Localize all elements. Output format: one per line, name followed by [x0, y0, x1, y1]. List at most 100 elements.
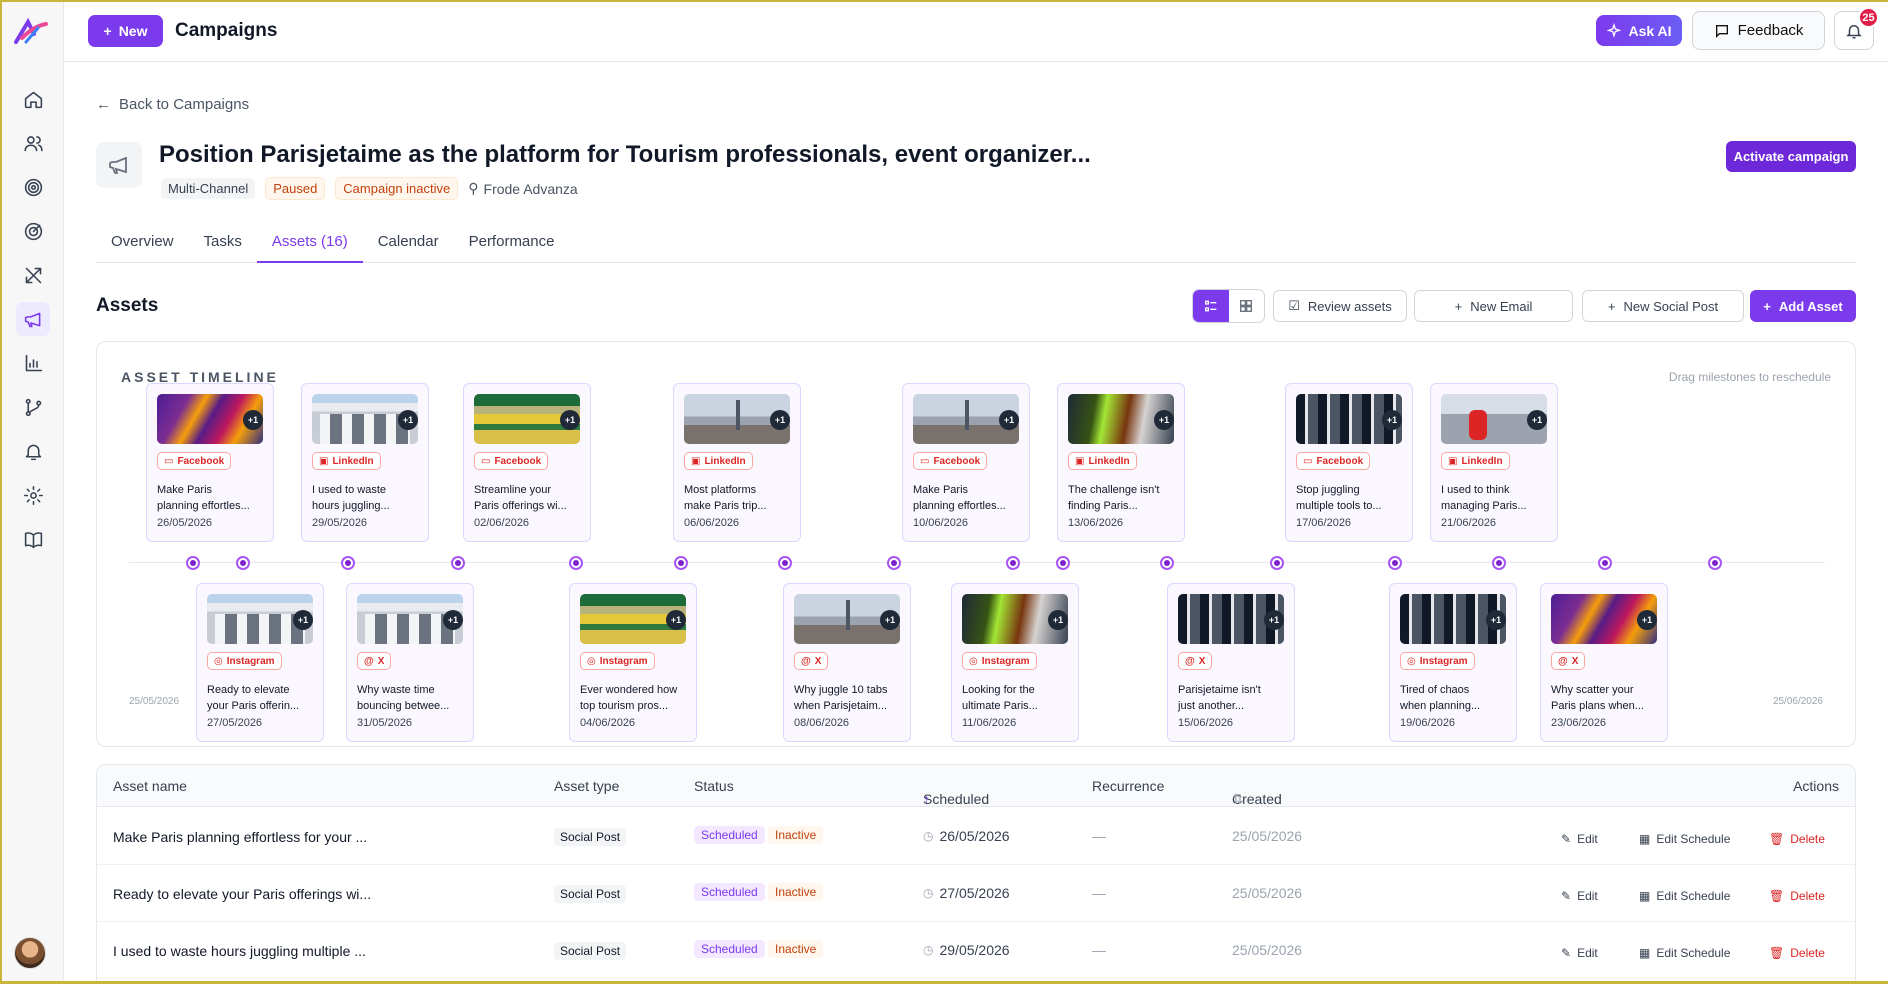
- ask-ai-button[interactable]: Ask AI: [1596, 15, 1682, 46]
- book-icon[interactable]: [16, 522, 50, 556]
- tab-overview[interactable]: Overview: [96, 230, 189, 263]
- new-button[interactable]: + New: [88, 15, 163, 47]
- feedback-button[interactable]: Feedback: [1692, 11, 1825, 50]
- timeline-card[interactable]: +1 ▣ LinkedIn Most platforms make Paris tri…: [673, 383, 801, 542]
- timeline-card[interactable]: +1 ▭ Facebook Make Paris planning effortles…: [902, 383, 1030, 542]
- timeline-card[interactable]: +1 ▣ LinkedIn I used to waste hours jugglin…: [301, 383, 429, 542]
- tab-calendar[interactable]: Calendar: [363, 230, 454, 263]
- delete-button[interactable]: 🗑 Delete: [1769, 889, 1825, 903]
- timeline-card[interactable]: +1 ▣ LinkedIn I used to think managing Pari…: [1430, 383, 1558, 542]
- platform-icon: ◎: [1407, 655, 1416, 667]
- table-row[interactable]: Make Paris planning effortless for your …: [97, 808, 1855, 865]
- platform-label: LinkedIn: [1088, 455, 1130, 467]
- checkbox-icon: ☑: [1288, 298, 1300, 313]
- timeline-card[interactable]: +1 @ X Why juggle 10 tabs when Parisjetaim.…: [783, 583, 911, 742]
- new-social-post-button[interactable]: + New Social Post: [1582, 290, 1744, 322]
- tab-assets[interactable]: Assets (16): [256, 230, 363, 263]
- target-icon[interactable]: [16, 170, 50, 204]
- table-row[interactable]: I used to waste hours juggling multiple …: [97, 922, 1855, 979]
- branch-icon[interactable]: [16, 390, 50, 424]
- edit-schedule-button[interactable]: ▦ Edit Schedule: [1639, 889, 1730, 903]
- app-logo[interactable]: [12, 18, 50, 46]
- tools-icon[interactable]: [16, 258, 50, 292]
- edit-schedule-button[interactable]: ▦ Edit Schedule: [1639, 946, 1730, 960]
- platform-icon: ▣: [1075, 455, 1085, 467]
- platform-label: Facebook: [933, 455, 981, 467]
- platform-tag: ◎ Instagram: [1400, 652, 1475, 670]
- user-avatar[interactable]: [14, 937, 46, 969]
- timeline-milestone[interactable]: [186, 556, 200, 570]
- timeline-card[interactable]: +1 ◎ Instagram Ready to elevate your Paris …: [196, 583, 324, 742]
- asset-date: 19/06/2026: [1400, 717, 1456, 729]
- delete-button[interactable]: 🗑 Delete: [1769, 946, 1825, 960]
- table-row[interactable]: Ready to elevate your Paris offerings wi…: [97, 865, 1855, 922]
- state-badge: Inactive: [768, 883, 824, 901]
- chart-icon[interactable]: [16, 346, 50, 380]
- timeline-milestone[interactable]: [1708, 556, 1722, 570]
- timeline-milestone[interactable]: [569, 556, 583, 570]
- timeline-milestone[interactable]: [887, 556, 901, 570]
- notifications-button[interactable]: 25: [1834, 7, 1879, 50]
- timeline-card[interactable]: +1 ▭ Facebook Stop juggling multiple tools …: [1285, 383, 1413, 542]
- timeline-card[interactable]: +1 ◎ Instagram Tired of chaos when planning…: [1389, 583, 1517, 742]
- timeline-card[interactable]: +1 @ X Why waste time bouncing betwee... 31/…: [346, 583, 474, 742]
- settings-icon[interactable]: [16, 478, 50, 512]
- list-view-icon[interactable]: [1193, 290, 1229, 322]
- bell-icon[interactable]: [16, 434, 50, 468]
- new-email-button[interactable]: + New Email: [1414, 290, 1573, 322]
- recurrence: —: [1092, 828, 1106, 844]
- timeline-card[interactable]: +1 ◎ Instagram Looking for the ultimate Par…: [951, 583, 1079, 742]
- timeline-milestone[interactable]: [1056, 556, 1070, 570]
- col-asset-type[interactable]: Asset type: [554, 778, 619, 794]
- asset-date: 13/06/2026: [1068, 517, 1124, 529]
- timeline-milestone[interactable]: [1492, 556, 1506, 570]
- timeline-milestone[interactable]: [236, 556, 250, 570]
- arrow-left-icon: ←: [96, 96, 111, 113]
- col-recurrence[interactable]: Recurrence: [1092, 778, 1164, 794]
- users-icon[interactable]: [16, 126, 50, 160]
- platform-icon: ◎: [587, 655, 596, 667]
- timeline-milestone[interactable]: [1388, 556, 1402, 570]
- edit-button[interactable]: ✎ Edit: [1561, 832, 1598, 846]
- owner: ⚲ Frode Advanza: [468, 180, 577, 197]
- timeline-milestone[interactable]: [674, 556, 688, 570]
- activate-campaign-button[interactable]: Activate campaign: [1726, 141, 1856, 172]
- edit-button[interactable]: ✎ Edit: [1561, 946, 1598, 960]
- megaphone-icon[interactable]: [16, 302, 50, 336]
- platform-tag: ▣ LinkedIn: [312, 452, 381, 470]
- edit-button[interactable]: ✎ Edit: [1561, 889, 1598, 903]
- back-label: Back to Campaigns: [119, 96, 250, 113]
- radar-icon[interactable]: [16, 214, 50, 248]
- timeline-milestone[interactable]: [1160, 556, 1174, 570]
- timeline-milestone[interactable]: [341, 556, 355, 570]
- edit-schedule-button[interactable]: ▦ Edit Schedule: [1639, 832, 1730, 846]
- timeline-card[interactable]: +1 @ X Parisjetaime isn't just another... 15…: [1167, 583, 1295, 742]
- col-status[interactable]: Status: [694, 778, 734, 794]
- asset-name[interactable]: Ready to elevate your Paris offerings wi…: [113, 886, 371, 902]
- home-icon[interactable]: [16, 82, 50, 116]
- timeline-milestone[interactable]: [1006, 556, 1020, 570]
- edit-label: Edit: [1577, 832, 1598, 846]
- tab-tasks[interactable]: Tasks: [189, 230, 257, 263]
- timeline-card[interactable]: +1 ▣ LinkedIn The challenge isn't finding P…: [1057, 383, 1185, 542]
- grid-view-icon[interactable]: [1229, 290, 1265, 322]
- platform-icon: ▭: [920, 455, 930, 467]
- col-asset-name[interactable]: Asset name: [113, 778, 187, 794]
- delete-button[interactable]: 🗑 Delete: [1769, 832, 1825, 846]
- add-asset-button[interactable]: + Add Asset: [1750, 290, 1856, 322]
- asset-name[interactable]: I used to waste hours juggling multiple …: [113, 943, 366, 959]
- platform-tag: ▣ LinkedIn: [1441, 452, 1510, 470]
- timeline-card[interactable]: +1 @ X Why scatter your Paris plans when...…: [1540, 583, 1668, 742]
- timeline-milestone[interactable]: [1598, 556, 1612, 570]
- timeline-card[interactable]: +1 ▭ Facebook Make Paris planning effortles…: [146, 383, 274, 542]
- timeline-card[interactable]: +1 ▭ Facebook Streamline your Paris offerin…: [463, 383, 591, 542]
- timeline-card[interactable]: +1 ◎ Instagram Ever wondered how top touris…: [569, 583, 697, 742]
- timeline-milestone[interactable]: [778, 556, 792, 570]
- asset-name[interactable]: Make Paris planning effortless for your …: [113, 829, 367, 845]
- back-link[interactable]: ← Back to Campaigns: [96, 96, 249, 113]
- review-assets-button[interactable]: ☑ Review assets: [1273, 290, 1407, 322]
- timeline-milestone[interactable]: [451, 556, 465, 570]
- tab-performance[interactable]: Performance: [454, 230, 570, 263]
- plus-icon: +: [1763, 298, 1771, 314]
- timeline-milestone[interactable]: [1270, 556, 1284, 570]
